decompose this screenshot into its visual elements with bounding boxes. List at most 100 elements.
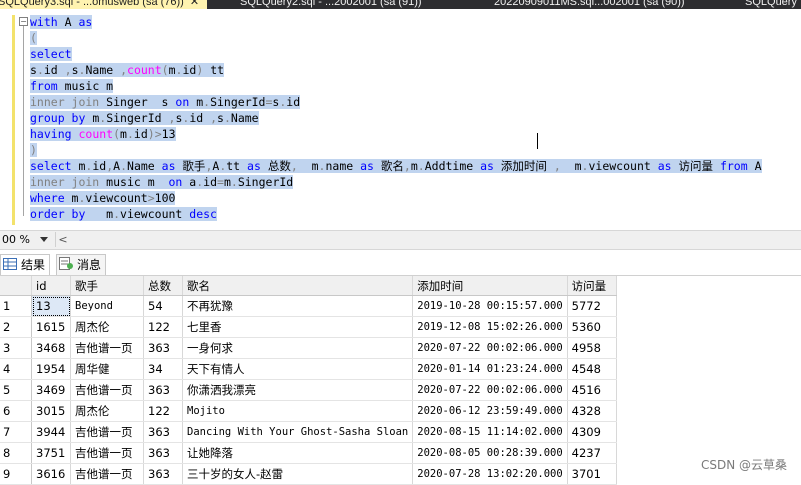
zoom-level[interactable]: 00 % [0, 231, 30, 249]
code-line[interactable]: ) [30, 142, 762, 158]
grid-cell[interactable]: 七里香 [182, 316, 414, 338]
code-line[interactable]: select m.id,A.Name as 歌手,A.tt as 总数, m.n… [30, 158, 762, 174]
grid-cell[interactable]: 3469 [31, 379, 71, 401]
code-line[interactable]: having count(m.id)>13 [30, 126, 762, 142]
grid-cell[interactable]: 吉他谱一页 [70, 379, 144, 401]
table-row[interactable]: 1 13 Beyond 54 不再犹豫 2019-10-28 00:15:57.000 57… [0, 295, 617, 317]
grid-cell[interactable]: 吉他谱一页 [70, 463, 144, 485]
table-row[interactable]: 5 3469 吉他谱一页 363 你潇洒我漂亮 2020-07-22 00:02:06.0… [0, 379, 617, 401]
grid-cell[interactable]: 你潇洒我漂亮 [182, 379, 414, 401]
results-grid[interactable]: id 歌手 总数 歌名 添加时间 访问量 1 13 Beyond 54 不再犹豫 2019-10-28… [0, 276, 617, 485]
grid-cell[interactable]: 1954 [31, 358, 71, 380]
code-line[interactable]: inner join music m on a.id=m.SingerId [30, 174, 762, 190]
column-header[interactable]: 总数 [143, 276, 183, 296]
grid-cell[interactable]: 天下有情人 [182, 358, 414, 380]
chevron-down-icon[interactable] [40, 237, 48, 242]
grid-cell[interactable]: 让她降落 [182, 442, 414, 464]
grid-cell[interactable]: 周杰伦 [70, 400, 144, 422]
table-row[interactable]: 6 3015 周杰伦 122 Mojito 2020-06-12 23:59:49.000… [0, 400, 617, 422]
column-header[interactable]: 添加时间 [412, 276, 568, 296]
code-text[interactable]: with A as(select s.id ,s.Name ,count(m.id… [30, 14, 762, 222]
close-icon[interactable]: ✕ [190, 0, 199, 8]
grid-cell[interactable]: 54 [143, 295, 183, 317]
grid-cell[interactable]: 363 [143, 421, 183, 443]
tab-messages[interactable]: 消息 [56, 254, 107, 275]
grid-cell[interactable]: Mojito [182, 400, 414, 422]
grid-cell[interactable]: 不再犹豫 [182, 295, 414, 317]
grid-cell[interactable]: 2020-08-15 11:14:02.000 [412, 421, 568, 443]
code-line[interactable]: from music m [30, 78, 762, 94]
grid-cell[interactable]: 2020-08-05 00:28:39.000 [412, 442, 568, 464]
scroll-left-button[interactable]: < [55, 232, 70, 247]
table-row[interactable]: 9 3616 吉他谱一页 363 三十岁的女人-赵雷 2020-07-28 13:02:2… [0, 463, 617, 485]
grid-cell[interactable]: 2019-10-28 00:15:57.000 [412, 295, 568, 317]
grid-cell[interactable]: 5772 [567, 295, 617, 317]
grid-cell[interactable]: Dancing With Your Ghost-Sasha Sloan [182, 421, 414, 443]
grid-cell[interactable]: 3616 [31, 463, 71, 485]
tab-ms-sql[interactable]: 20220909011MS.sql...002001 (sa (90)) [486, 0, 693, 9]
grid-cell[interactable]: 2020-07-22 00:02:06.000 [412, 337, 568, 359]
grid-cell[interactable]: 3701 [567, 463, 617, 485]
grid-cell[interactable]: 363 [143, 337, 183, 359]
grid-cell[interactable]: 3944 [31, 421, 71, 443]
row-number[interactable]: 3 [0, 337, 32, 359]
row-number[interactable]: 1 [0, 295, 32, 317]
row-number[interactable]: 4 [0, 358, 32, 380]
grid-cell[interactable]: 4309 [567, 421, 617, 443]
grid-cell[interactable]: 2020-07-22 00:02:06.000 [412, 379, 568, 401]
table-row[interactable]: 2 1615 周杰伦 122 七里香 2019-12-08 15:02:26.000 536… [0, 316, 617, 338]
code-line[interactable]: s.id ,s.Name ,count(m.id) tt [30, 62, 762, 78]
sql-editor[interactable]: − with A as(select s.id ,s.Name ,count(m.… [0, 9, 801, 230]
grid-cell[interactable]: 吉他谱一页 [70, 442, 144, 464]
grid-cell[interactable]: 2020-06-12 23:59:49.000 [412, 400, 568, 422]
grid-cell[interactable]: 3751 [31, 442, 71, 464]
grid-cell[interactable]: 363 [143, 442, 183, 464]
tab-sqlquery[interactable]: SQLQuery [737, 0, 801, 9]
grid-cell[interactable]: 3468 [31, 337, 71, 359]
row-number[interactable]: 2 [0, 316, 32, 338]
code-line[interactable]: ( [30, 30, 762, 46]
table-row[interactable]: 3 3468 吉他谱一页 363 一身何求 2020-07-22 00:02:06.000… [0, 337, 617, 359]
code-line[interactable]: group by m.SingerId ,s.id ,s.Name [30, 110, 762, 126]
grid-cell[interactable]: 363 [143, 379, 183, 401]
grid-cell[interactable]: 13 [31, 295, 71, 317]
code-line[interactable]: order by m.viewcount desc [30, 206, 762, 222]
grid-cell[interactable]: 4516 [567, 379, 617, 401]
table-row[interactable]: 7 3944 吉他谱一页 363 Dancing With Your Ghost-Sas… [0, 421, 617, 443]
row-number[interactable]: 9 [0, 463, 32, 485]
grid-cell[interactable]: 2020-07-28 13:02:20.000 [412, 463, 568, 485]
code-line[interactable]: where m.viewcount>100 [30, 190, 762, 206]
grid-cell[interactable]: Beyond [70, 295, 144, 317]
table-row[interactable]: 4 1954 周华健 34 天下有情人 2020-01-14 01:23:24.000 45… [0, 358, 617, 380]
column-header[interactable] [0, 276, 32, 296]
row-number[interactable]: 8 [0, 442, 32, 464]
tab-sqlquery3[interactable]: SQLQuery3.sql - ...omusweb (sa (76)) ✕ [0, 0, 208, 9]
code-line[interactable]: with A as [30, 14, 762, 30]
tab-results[interactable]: 结果 [0, 254, 51, 275]
grid-cell[interactable]: 4328 [567, 400, 617, 422]
grid-cell[interactable]: 一身何求 [182, 337, 414, 359]
grid-cell[interactable]: 5360 [567, 316, 617, 338]
grid-cell[interactable]: 363 [143, 463, 183, 485]
code-line[interactable]: inner join Singer s on m.SingerId=s.id [30, 94, 762, 110]
column-header[interactable]: 歌名 [182, 276, 414, 296]
grid-cell[interactable]: 2020-01-14 01:23:24.000 [412, 358, 568, 380]
table-row[interactable]: 8 3751 吉他谱一页 363 让她降落 2020-08-05 00:28:39.000… [0, 442, 617, 464]
row-number[interactable]: 6 [0, 400, 32, 422]
grid-cell[interactable]: 吉他谱一页 [70, 421, 144, 443]
grid-cell[interactable]: 122 [143, 400, 183, 422]
grid-cell[interactable]: 三十岁的女人-赵雷 [182, 463, 414, 485]
grid-cell[interactable]: 1615 [31, 316, 71, 338]
grid-cell[interactable]: 4958 [567, 337, 617, 359]
grid-cell[interactable]: 34 [143, 358, 183, 380]
collapse-icon[interactable]: − [19, 17, 28, 26]
column-header[interactable]: id [31, 276, 71, 296]
grid-cell[interactable]: 2019-12-08 15:02:26.000 [412, 316, 568, 338]
grid-cell[interactable]: 4237 [567, 442, 617, 464]
grid-cell[interactable]: 吉他谱一页 [70, 337, 144, 359]
grid-cell[interactable]: 3015 [31, 400, 71, 422]
code-line[interactable]: select [30, 46, 762, 62]
row-number[interactable]: 5 [0, 379, 32, 401]
grid-cell[interactable]: 周华健 [70, 358, 144, 380]
row-number[interactable]: 7 [0, 421, 32, 443]
